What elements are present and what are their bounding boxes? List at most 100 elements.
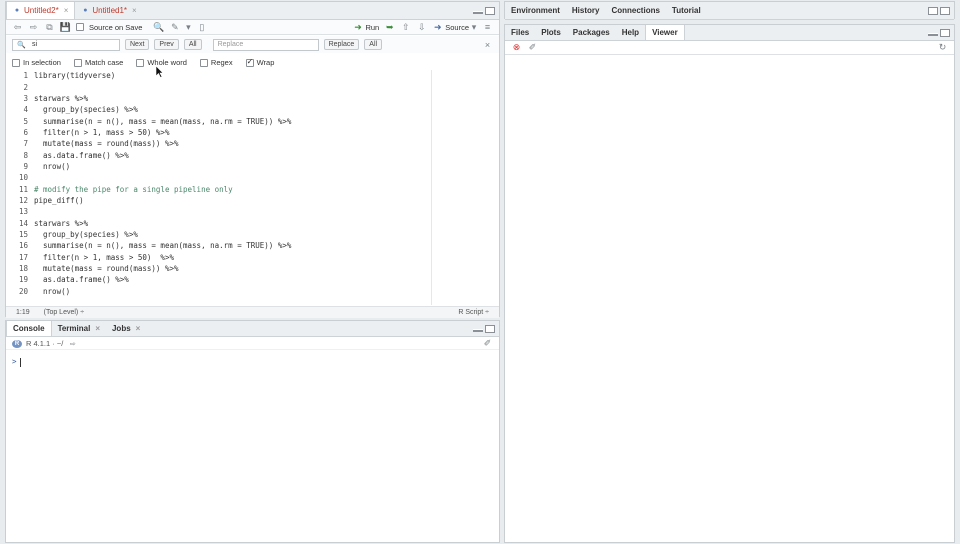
prev-button[interactable]: Prev: [154, 39, 179, 50]
replace-input[interactable]: Replace: [212, 38, 319, 51]
stop-icon[interactable]: ⊗: [511, 42, 522, 53]
tab-viewer[interactable]: Viewer: [645, 25, 685, 40]
down-arrow-icon[interactable]: ⇩: [416, 22, 427, 33]
minimize-icon[interactable]: [928, 33, 938, 36]
replace-all-button[interactable]: All: [364, 39, 383, 50]
tab-untitled1[interactable]: ● Untitled1* ×: [75, 2, 142, 19]
restore-icon[interactable]: [928, 6, 938, 15]
code-line[interactable]: 15 group_by(species) %>%: [6, 229, 499, 240]
console-input[interactable]: >: [12, 357, 21, 367]
broom-icon[interactable]: ✐: [527, 42, 538, 53]
tab-files[interactable]: Files: [505, 25, 535, 40]
code-line[interactable]: 19 as.data.frame() %>%: [6, 274, 499, 285]
tab-connections[interactable]: Connections: [605, 2, 665, 19]
run-label: Run: [365, 22, 380, 32]
whole-word-checkbox[interactable]: [136, 58, 145, 67]
run-button[interactable]: ➜ Run: [352, 22, 379, 33]
go-to-directory-icon[interactable]: ⇨: [67, 338, 78, 349]
tab-plots[interactable]: Plots: [535, 25, 567, 40]
source-on-save-checkbox[interactable]: [76, 23, 84, 31]
close-icon[interactable]: ×: [95, 324, 100, 333]
line-number: 2: [23, 82, 28, 92]
outline-icon[interactable]: ≡: [482, 22, 493, 33]
up-arrow-icon[interactable]: ⇧: [400, 22, 411, 33]
restore-icon[interactable]: [940, 28, 950, 37]
maximize-icon[interactable]: [940, 6, 950, 15]
maximize-icon[interactable]: [485, 324, 495, 333]
code-line[interactable]: 1 library(tidyverse): [6, 70, 499, 81]
line-number: 12: [18, 195, 28, 205]
line-number: 8: [23, 150, 28, 160]
search-icon[interactable]: 🔍: [153, 22, 164, 33]
code-line[interactable]: 5 summarise(n = n(), mass = mean(mass, n…: [6, 115, 499, 126]
code-line[interactable]: 10: [6, 172, 499, 183]
in-selection-label: In selection: [23, 58, 61, 67]
code-line[interactable]: 13: [6, 206, 499, 217]
tab-environment[interactable]: Environment: [505, 2, 566, 19]
close-icon[interactable]: ×: [64, 6, 69, 15]
in-selection-checkbox[interactable]: [12, 58, 20, 67]
scope-selector[interactable]: (Top Level) ÷: [44, 309, 84, 316]
tab-label: Connections: [611, 6, 660, 15]
tab-label: Files: [511, 28, 530, 37]
save-icon[interactable]: 💾: [60, 22, 71, 33]
forward-arrow-icon[interactable]: ⇨: [28, 22, 39, 33]
chevron-down-icon[interactable]: ▾: [185, 22, 191, 33]
regex-checkbox[interactable]: [199, 58, 208, 67]
line-number: 18: [18, 264, 28, 274]
code-line[interactable]: 2: [6, 81, 499, 92]
line-number: 13: [18, 207, 28, 217]
tab-packages[interactable]: Packages: [567, 25, 616, 40]
code-line[interactable]: 8 as.data.frame() %>%: [6, 149, 499, 160]
code-line[interactable]: 16 summarise(n = n(), mass = mean(mass, …: [6, 240, 499, 251]
rerun-icon[interactable]: ➥: [384, 22, 395, 33]
line-number: 3: [23, 93, 28, 103]
file-type-selector[interactable]: R Script ÷: [458, 309, 489, 316]
code-line[interactable]: 17 filter(n > 1, mass > 50) %>%: [6, 252, 499, 263]
tab-console[interactable]: Console: [6, 321, 52, 336]
tab-tutorial[interactable]: Tutorial: [666, 2, 707, 19]
show-in-window-icon[interactable]: ⧉: [44, 22, 55, 33]
tab-untitled2[interactable]: ● Untitled2* ×: [6, 2, 76, 19]
compile-report-icon[interactable]: ▯: [196, 22, 207, 33]
code-text: nrow(): [34, 286, 71, 296]
minimize-icon[interactable]: [473, 11, 483, 14]
code-line[interactable]: 7 mutate(mass = round(mass)) %>%: [6, 138, 499, 149]
next-button[interactable]: Next: [125, 39, 150, 50]
refresh-icon[interactable]: ↻: [937, 42, 948, 53]
code-line[interactable]: 12 pipe_diff(): [6, 195, 499, 206]
match-case-checkbox[interactable]: [73, 58, 82, 67]
search-input[interactable]: 🔍 si: [12, 38, 120, 51]
close-icon[interactable]: ×: [132, 6, 137, 15]
rstudio-window: ● Untitled2* × ● Untitled1* × ⇦ ⇨ ⧉ 💾 So…: [0, 0, 960, 544]
close-icon[interactable]: ×: [482, 39, 493, 50]
code-line[interactable]: 14 starwars %>%: [6, 217, 499, 228]
tab-help[interactable]: Help: [616, 25, 645, 40]
close-icon[interactable]: ×: [136, 324, 141, 333]
code-editor[interactable]: 1 library(tidyverse) 2 3 starwars %>% 4 group…: [6, 70, 499, 305]
broom-icon[interactable]: ✐: [482, 338, 493, 349]
r-file-icon: ●: [83, 7, 88, 14]
tab-jobs[interactable]: Jobs ×: [106, 321, 146, 336]
magic-wand-icon[interactable]: ✎: [169, 22, 180, 33]
code-line[interactable]: 20 nrow(): [6, 286, 499, 297]
back-arrow-icon[interactable]: ⇦: [12, 22, 23, 33]
code-line[interactable]: 9 nrow(): [6, 161, 499, 172]
text-caret: [19, 357, 21, 367]
code-line[interactable]: 18 mutate(mass = round(mass)) %>%: [6, 263, 499, 274]
source-button[interactable]: ➜ Source ▾: [432, 22, 477, 33]
tab-terminal[interactable]: Terminal ×: [52, 321, 106, 336]
wrap-checkbox[interactable]: [245, 57, 254, 67]
code-line[interactable]: 6 filter(n > 1, mass > 50) %>%: [6, 127, 499, 138]
line-number: 7: [23, 139, 28, 149]
viewer-tabbar: Files Plots Packages Help Viewer: [505, 25, 954, 41]
code-line[interactable]: 11 # modify the pipe for a single pipelin…: [6, 183, 499, 194]
line-number: 15: [18, 229, 28, 239]
maximize-icon[interactable]: [485, 6, 495, 15]
code-line[interactable]: 3 starwars %>%: [6, 93, 499, 104]
code-line[interactable]: 4 group_by(species) %>%: [6, 104, 499, 115]
minimize-icon[interactable]: [473, 329, 483, 332]
tab-history[interactable]: History: [566, 2, 606, 19]
replace-button[interactable]: Replace: [323, 39, 360, 50]
find-all-button[interactable]: All: [183, 39, 202, 50]
